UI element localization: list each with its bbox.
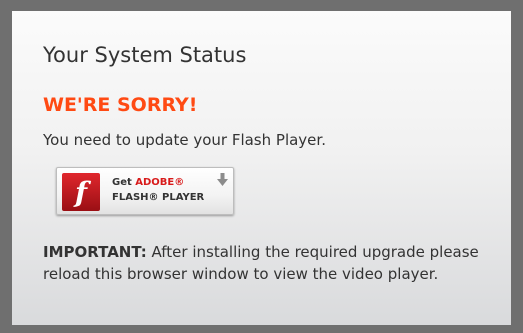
panel-title: Your System Status bbox=[43, 43, 247, 67]
update-message: You need to update your Flash Player. bbox=[43, 131, 326, 149]
download-arrow-icon bbox=[217, 173, 228, 187]
get-label: Get bbox=[112, 177, 132, 188]
adobe-label: ADOBE® bbox=[135, 177, 185, 188]
button-line-get-adobe: Get ADOBE® bbox=[112, 177, 184, 188]
error-heading: WE'RE SORRY! bbox=[43, 94, 198, 116]
important-label: IMPORTANT: bbox=[43, 243, 147, 261]
system-status-panel: Your System Status WE'RE SORRY! You need… bbox=[0, 0, 523, 333]
flash-player-logo-icon: f bbox=[62, 173, 100, 211]
important-notice: IMPORTANT: After installing the required… bbox=[43, 241, 483, 285]
get-flash-player-button[interactable]: f Get ADOBE® FLASH® PLAYER bbox=[56, 167, 234, 215]
flash-player-label: FLASH® PLAYER bbox=[112, 192, 205, 203]
